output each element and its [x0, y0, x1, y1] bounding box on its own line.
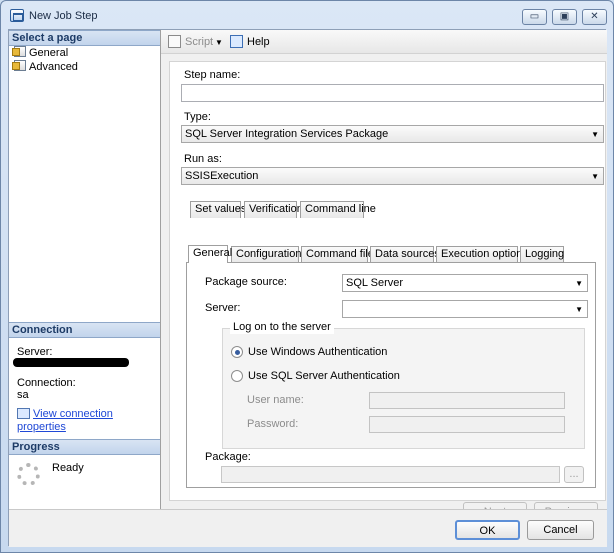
script-button[interactable]: Script [168, 35, 213, 50]
minimize-button[interactable]: ▭ [522, 9, 547, 25]
password-input[interactable] [369, 416, 565, 433]
connection-header: Connection [9, 322, 160, 338]
server-field-label: Server: [205, 302, 241, 314]
cancel-button[interactable]: Cancel [527, 520, 594, 540]
type-label: Type: [184, 111, 211, 123]
server-dropdown[interactable] [342, 300, 588, 318]
package-label: Package: [205, 451, 251, 463]
run-as-label: Run as: [184, 153, 222, 165]
tab-general[interactable]: General [188, 245, 232, 263]
dialog-footer: OK Cancel [9, 509, 607, 547]
restore-button[interactable]: ▣ [552, 9, 577, 25]
tab-verification[interactable]: Verification [244, 201, 303, 218]
dialog-client-area: Select a page General Advanced Connectio… [8, 29, 607, 547]
package-source-dropdown[interactable]: SQL Server [342, 274, 588, 292]
general-tab-panel: Package source: SQL Server Server: Log o… [186, 262, 596, 488]
package-input[interactable] [221, 466, 560, 483]
connection-value: sa [17, 389, 29, 401]
connection-properties-icon [17, 408, 30, 419]
tab-configurations[interactable]: Configurations [231, 246, 307, 263]
script-label: Script [185, 36, 214, 48]
select-page-header: Select a page [9, 30, 160, 46]
page-item-advanced[interactable]: Advanced [12, 60, 78, 74]
help-icon [230, 35, 243, 48]
page-item-label: Advanced [29, 61, 78, 73]
view-connection-properties[interactable]: View connection properties [17, 408, 160, 434]
right-content-pane: Script ▼ Help Step name: Type: SQL Serve… [161, 30, 607, 522]
logon-group-title: Log on to the server [230, 321, 334, 334]
script-icon [168, 35, 181, 48]
tab-command-line[interactable]: Command line [300, 201, 376, 218]
title-bar[interactable]: New Job Step ▭ ▣ ✕ [1, 1, 613, 29]
tab-data-sources[interactable]: Data sources [370, 246, 440, 263]
page-item-label: General [29, 47, 69, 59]
package-source-label: Package source: [205, 276, 287, 288]
progress-status: Ready [52, 462, 84, 474]
page-settings-icon [12, 60, 26, 71]
help-button[interactable]: Help [230, 35, 270, 50]
close-button[interactable]: ✕ [582, 9, 607, 25]
page-settings-icon [12, 46, 26, 57]
user-name-input[interactable] [369, 392, 565, 409]
password-label: Password: [247, 418, 299, 430]
script-dropdown-button[interactable]: ▼ [215, 35, 223, 50]
user-name-label: User name: [247, 394, 304, 406]
tab-execution-options[interactable]: Execution options [436, 246, 528, 263]
windows-auth-label[interactable]: Use Windows Authentication [248, 346, 387, 359]
job-step-form: Step name: Type: SQL Server Integration … [169, 61, 606, 522]
left-navigation-pane: Select a page General Advanced Connectio… [9, 30, 161, 509]
logon-group: Log on to the server Use Windows Authent… [222, 321, 585, 449]
sql-auth-radio[interactable] [231, 370, 243, 382]
view-connection-properties-link[interactable]: View connection properties [17, 408, 113, 433]
type-dropdown[interactable]: SQL Server Integration Services Package [181, 125, 604, 143]
ok-button[interactable]: OK [455, 520, 520, 540]
window-title: New Job Step [29, 10, 98, 22]
progress-spinner-icon [17, 463, 40, 486]
tab-set-values[interactable]: Set values [190, 201, 246, 218]
tab-logging[interactable]: Logging [520, 246, 564, 263]
help-label: Help [247, 36, 270, 48]
sql-auth-label[interactable]: Use SQL Server Authentication [248, 370, 400, 383]
tab-command-files[interactable]: Command files [301, 246, 379, 263]
windows-auth-radio[interactable] [231, 346, 243, 358]
window-app-icon [10, 9, 24, 22]
step-name-label: Step name: [184, 69, 241, 81]
page-item-general[interactable]: General [12, 46, 69, 60]
step-name-input[interactable] [181, 84, 604, 102]
progress-header: Progress [9, 439, 160, 455]
redacted-server-name [13, 358, 129, 367]
new-job-step-window: New Job Step ▭ ▣ ✕ Select a page General… [0, 0, 614, 553]
dialog-toolbar: Script ▼ Help [161, 30, 607, 54]
run-as-dropdown[interactable]: SSISExecution [181, 167, 604, 185]
browse-package-button[interactable]: ... [564, 466, 584, 483]
